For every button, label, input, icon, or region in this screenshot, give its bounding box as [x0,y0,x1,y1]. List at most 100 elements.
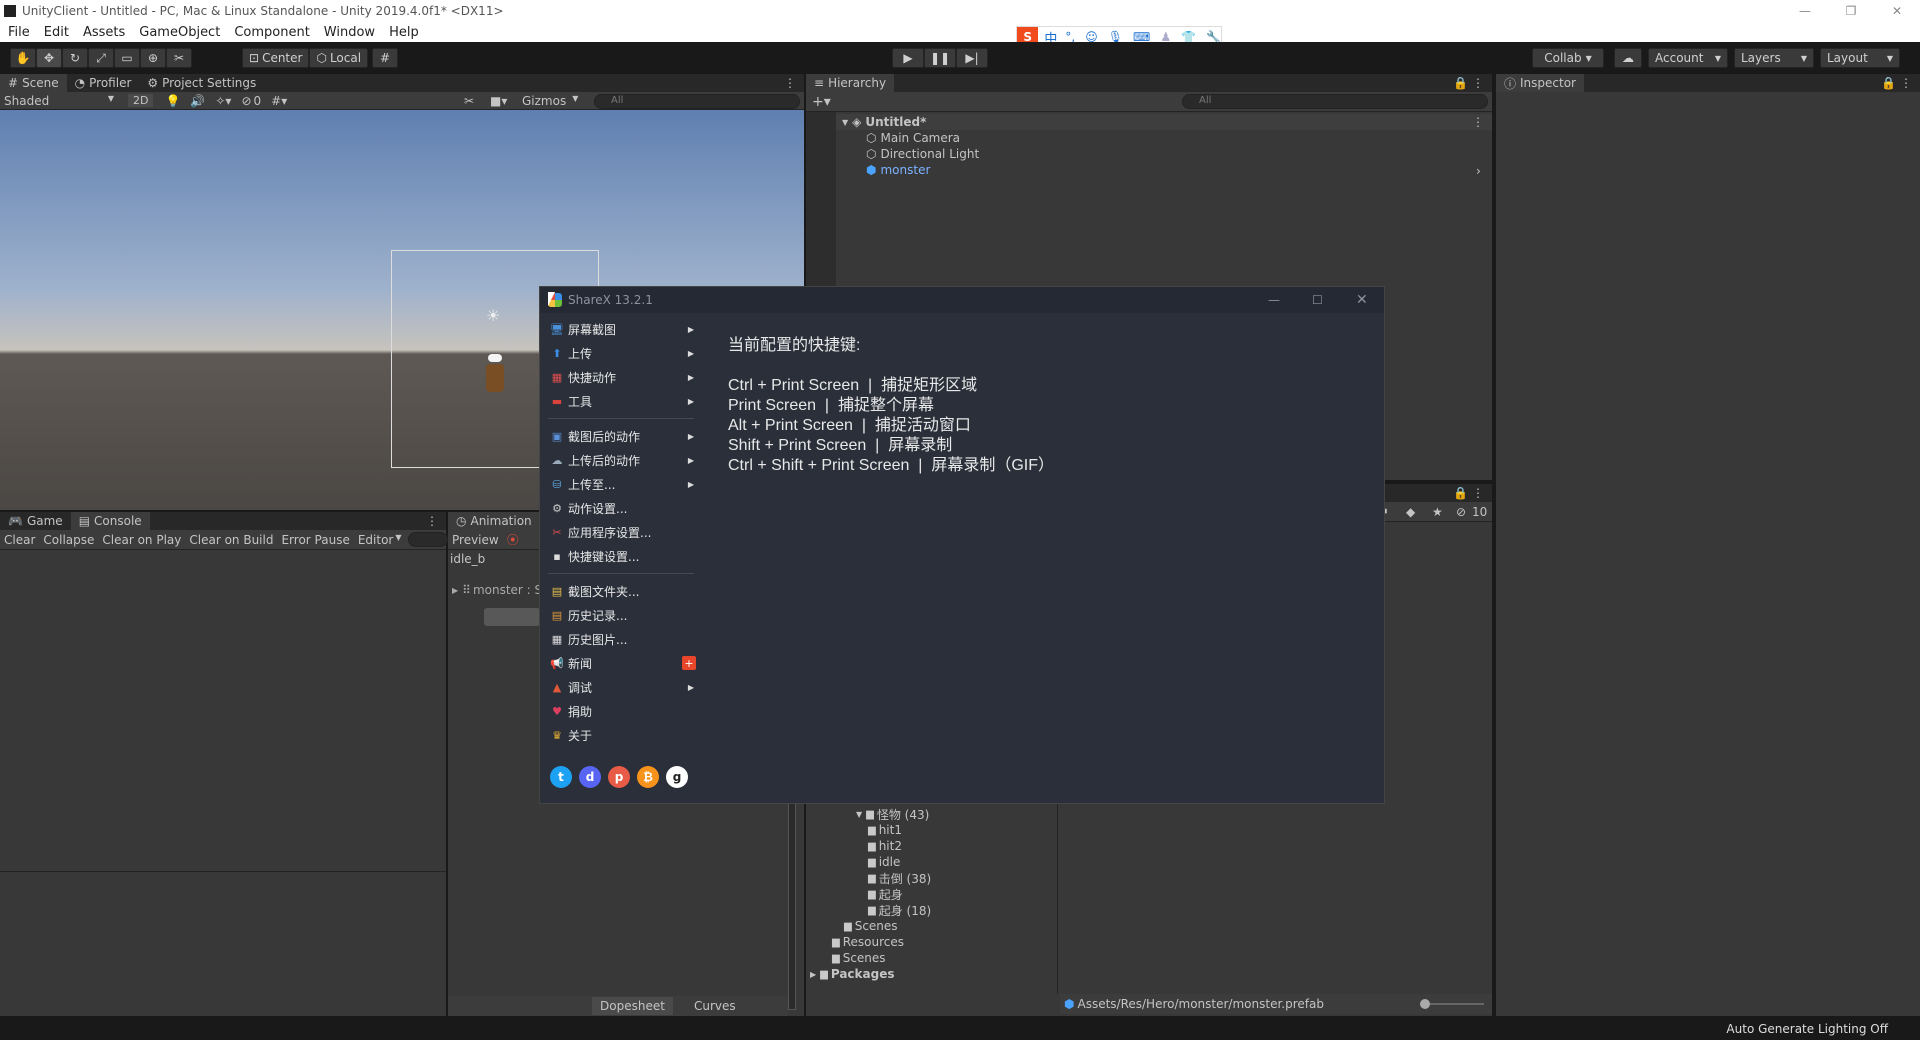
sharex-menu-item[interactable]: ✂ 应用程序设置... [540,520,700,544]
expand-arrow-icon[interactable]: ▶ [452,586,458,595]
sharex-menu-item[interactable]: ⬆ 上传 ▶ [540,341,700,365]
account-button[interactable]: Account ▼ [1648,48,1728,68]
tab-project-settings[interactable]: ⚙ Project Settings [139,74,264,92]
project-folder-row[interactable]: ▆ Scenes [806,950,1058,966]
project-folder-row[interactable]: ▆ idle [806,854,1058,870]
tab-console[interactable]: ▤ Console [70,512,150,530]
twitter-icon[interactable]: t [550,766,572,788]
favorite-star-icon[interactable]: ★ [1432,505,1443,519]
layers-button[interactable]: Layers ▼ [1734,48,1814,68]
sharex-menu-item[interactable]: ⛁ 上传至... ▶ [540,472,700,496]
gizmos-dropdown[interactable]: Gizmos ▼ [522,94,578,108]
dopesheet-tab[interactable]: Dopesheet [592,997,673,1015]
more-options-icon[interactable]: ⋮ [1472,76,1484,90]
sharex-menu-item[interactable]: ▦ 历史图片... [540,627,700,651]
tab-profiler[interactable]: ◔ Profiler [67,74,140,92]
hierarchy-search-input[interactable]: All [1182,94,1488,109]
project-folder-row[interactable]: ▼ ▆ 怪物 (43) [806,806,1058,822]
move-tool-icon[interactable]: ✥ [36,48,62,68]
sharex-menu-item[interactable]: ▦ 快捷动作 ▶ [540,365,700,389]
layout-button[interactable]: Layout ▼ [1820,48,1900,68]
expand-arrow-icon[interactable]: ▼ [842,118,848,127]
menu-file[interactable]: File [8,25,30,40]
pivot-center-button[interactable]: ⊡ Center [242,48,310,68]
rect-tool-icon[interactable]: ▭ [114,48,140,68]
chevron-right-icon[interactable]: › [1476,164,1481,178]
menu-window[interactable]: Window [324,25,375,40]
github-icon[interactable]: g [666,766,688,788]
more-options-icon[interactable]: ⋮ [784,76,796,90]
discord-icon[interactable]: d [579,766,601,788]
grid-icon[interactable]: #▾ [271,94,287,108]
tab-hierarchy[interactable]: ≡ Hierarchy [806,74,895,92]
menu-component[interactable]: Component [234,25,309,40]
tab-scene[interactable]: # Scene [0,74,67,92]
error-pause-button[interactable]: Error Pause [277,533,353,547]
sharex-menu-item[interactable]: ☁ 上传后的动作 ▶ [540,448,700,472]
console-log-area[interactable] [0,550,446,872]
menu-gameobject[interactable]: GameObject [139,25,220,40]
record-icon[interactable]: ⦿ [507,531,519,548]
patreon-icon[interactable]: p [608,766,630,788]
hand-tool-icon[interactable]: ✋ [10,48,36,68]
more-options-icon[interactable]: ⋮ [1472,486,1484,500]
close-button[interactable]: ✕ [1874,4,1920,18]
rotate-tool-icon[interactable]: ↻ [62,48,88,68]
play-button[interactable]: ▶ [892,48,924,68]
restore-button[interactable]: ❐ [1828,4,1874,18]
icon-size-slider[interactable] [1420,999,1484,1009]
tab-game[interactable]: 🎮 Game [0,512,71,530]
sharex-menu-item[interactable]: ▪ 快捷键设置... [540,544,700,568]
effects-icon[interactable]: ✧▾ [215,94,231,108]
animation-track-row[interactable]: ▶ ⠿ monster : S [452,582,542,598]
menu-edit[interactable]: Edit [44,25,69,40]
project-folder-row[interactable]: ▆ hit1 [806,822,1058,838]
audio-icon[interactable]: 🔊 [190,94,205,108]
shading-dropdown[interactable]: Shaded ▼ [0,94,120,108]
scale-tool-icon[interactable]: ⤢ [88,48,114,68]
minimize-button[interactable]: — [1782,4,1828,18]
clear-on-play-button[interactable]: Clear on Play [98,533,185,547]
project-folder-row[interactable]: ▆ Resources [806,934,1058,950]
add-property-button[interactable] [484,608,540,626]
project-folder-row[interactable]: ▆ Scenes [806,918,1058,934]
sharex-menu-item[interactable]: ♛ 关于 [540,723,700,747]
expand-arrow-icon[interactable]: ▶ [810,970,816,979]
project-folder-row[interactable]: ▆ 起身 [806,886,1058,902]
project-folder-row[interactable]: ▆ hit2 [806,838,1058,854]
transform-tool-icon[interactable]: ⊕ [140,48,166,68]
grid-snap-icon[interactable]: # [372,48,399,68]
clear-button[interactable]: Clear [0,533,39,547]
hidden-objects-icon[interactable]: ⊘ [241,94,251,108]
pause-button[interactable]: ❚❚ [924,48,956,68]
pivot-local-button[interactable]: ⬡ Local [309,48,369,68]
close-button[interactable]: ✕ [1356,292,1368,308]
sharex-menu-item[interactable]: ▤ 截图文件夹... [540,579,700,603]
lock-icon[interactable]: 🔒 [1881,76,1896,90]
camera-icon[interactable]: ■▾ [490,94,507,108]
hierarchy-item-monster[interactable]: ⬢ monster [866,162,930,178]
sharex-menu-item[interactable]: ▬ 工具 ▶ [540,389,700,413]
menu-help[interactable]: Help [389,25,419,40]
tools-icon[interactable]: ✂ [464,94,474,108]
lock-icon[interactable]: 🔒 [1453,486,1468,500]
tab-animation[interactable]: ◷ Animation [448,512,540,530]
curves-tab[interactable]: Curves [686,997,744,1015]
animation-clip-name[interactable]: idle_b [450,552,485,566]
hierarchy-item-main-camera[interactable]: ⬡ Main Camera [866,130,960,146]
step-button[interactable]: ▶| [956,48,988,68]
2d-toggle[interactable]: 2D [128,94,154,107]
sharex-menu-item[interactable]: ▲ 调试 ▶ [540,675,700,699]
maximize-button[interactable]: ☐ [1312,293,1323,307]
more-options-icon[interactable]: ⋮ [426,514,438,528]
project-folder-row[interactable]: ▆ 击倒 (38) [806,870,1058,886]
preview-button[interactable]: Preview [448,533,503,547]
lock-icon[interactable]: 🔒 [1453,76,1468,90]
sharex-menu-item[interactable]: ♥ 捐助 [540,699,700,723]
sharex-menu-item[interactable]: 📢 新闻 + [540,651,700,675]
lighting-icon[interactable]: 💡 [165,94,180,108]
scene-search-input[interactable]: All [594,94,800,109]
light-gizmo-icon[interactable]: ☀ [486,306,500,325]
project-folder-row[interactable]: ▶ ▆ Packages [806,966,1058,982]
custom-tool-icon[interactable]: ✂ [166,48,192,68]
